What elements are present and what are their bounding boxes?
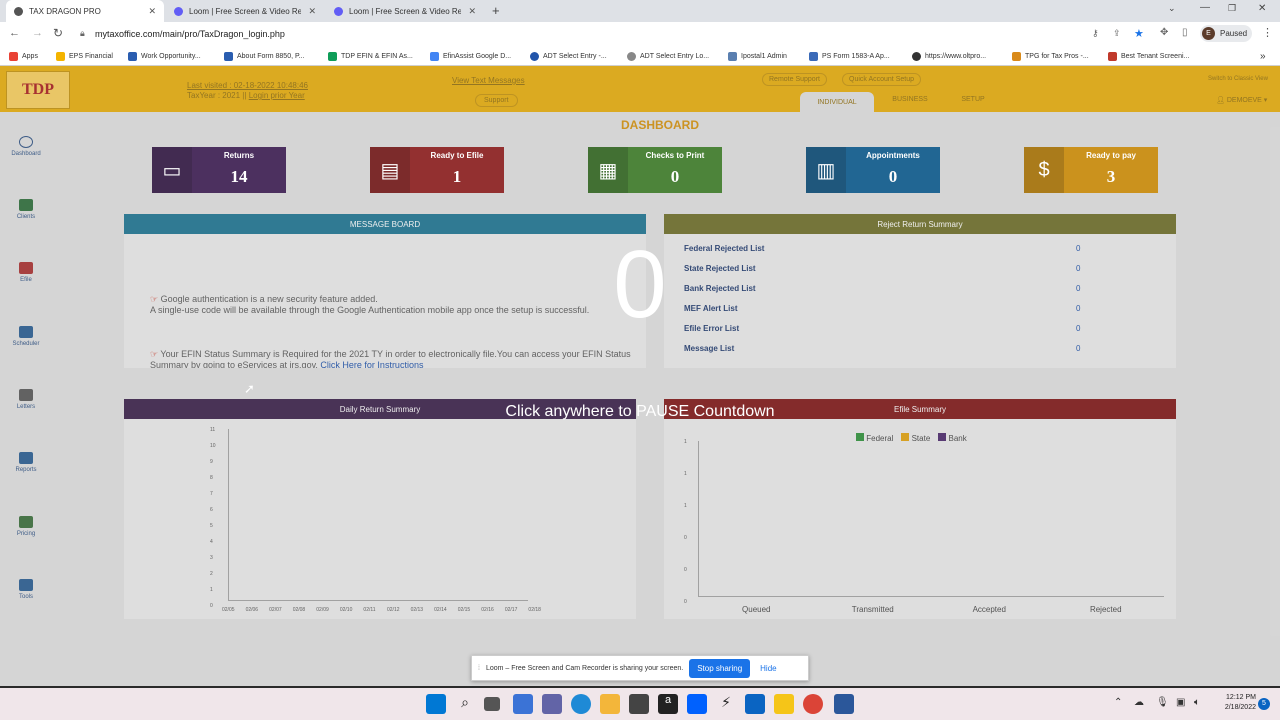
bookmark-item[interactable]: TDP EFIN & EFIN As...	[328, 46, 413, 66]
start-icon[interactable]	[426, 694, 446, 714]
tab-title: Loom | Free Screen & Video Rec	[189, 6, 301, 16]
bookmark-item[interactable]: EPS Financial	[56, 46, 113, 66]
bookmark-apps[interactable]: Apps	[9, 46, 38, 66]
close-icon[interactable]: ✕	[148, 6, 156, 17]
mail-icon[interactable]	[745, 694, 765, 714]
bookmark-favicon-icon	[728, 51, 737, 61]
browser-tab-bar: TAX DRAGON PRO ✕ Loom | Free Screen & Vi…	[0, 0, 1280, 22]
tab-loom-2[interactable]: Loom | Free Screen & Video Rec ✕	[326, 0, 484, 22]
microphone-icon[interactable]: 🎙︎	[1156, 697, 1169, 708]
tab-loom-1[interactable]: Loom | Free Screen & Video Rec ✕	[166, 0, 324, 22]
bookmark-favicon-icon	[530, 51, 539, 61]
bookmark-item[interactable]: Ipostal1 Admin	[728, 46, 787, 66]
sticky-notes-icon[interactable]	[774, 694, 794, 714]
extensions-icon[interactable]: ✥	[1160, 27, 1168, 38]
lock-icon[interactable]: 🔒︎	[80, 28, 85, 39]
pause-countdown-text[interactable]: Click anywhere to PAUSE Countdown	[440, 403, 840, 421]
bookmark-item[interactable]: https://www.oltpro...	[912, 46, 986, 66]
network-icon[interactable]: ▣	[1176, 697, 1185, 708]
bookmark-item[interactable]: ADT Select Entry -...	[530, 46, 607, 66]
screen-sharing-bar: ⁞ Loom – Free Screen and Cam Recorder is…	[471, 655, 809, 681]
side-panel-icon[interactable]: ▯	[1182, 27, 1188, 38]
loom-icon	[174, 6, 183, 16]
bookmark-item[interactable]: ADT Select Entry Lo...	[627, 46, 709, 66]
clock[interactable]: 12:12 PM 2/18/2022	[1212, 693, 1256, 713]
back-icon[interactable]: ←	[9, 27, 20, 39]
search-icon[interactable]: ⌕	[455, 694, 475, 714]
task-view-icon[interactable]	[484, 697, 500, 711]
close-icon[interactable]: ✕	[468, 6, 476, 17]
bookmark-favicon-icon	[56, 51, 65, 61]
bookmark-item[interactable]: EfinAssist Google D...	[430, 46, 511, 66]
bookmark-favicon-icon	[128, 51, 137, 61]
tab-title: TAX DRAGON PRO	[29, 6, 101, 16]
tray-chevron-icon[interactable]: ⌃	[1114, 697, 1122, 708]
countdown-overlay[interactable]	[0, 66, 1280, 686]
chrome-icon[interactable]	[803, 694, 823, 714]
bookmarks-more-icon[interactable]: »	[1260, 46, 1266, 66]
tab-favicon-icon	[14, 6, 23, 16]
tab-title: Loom | Free Screen & Video Rec	[349, 6, 461, 16]
tab-search-icon[interactable]: ⌄	[1168, 3, 1176, 14]
file-explorer-icon[interactable]	[600, 694, 620, 714]
countdown-number: 0	[613, 231, 667, 338]
menu-icon[interactable]: ⋮	[1262, 26, 1273, 39]
bookmark-favicon-icon	[1108, 51, 1117, 61]
globe-icon	[912, 51, 921, 61]
tab-tax-dragon[interactable]: TAX DRAGON PRO ✕	[6, 0, 164, 22]
loom-icon	[334, 6, 343, 16]
bookmark-favicon-icon	[224, 51, 233, 61]
bookmark-favicon-icon	[627, 51, 636, 61]
volume-icon[interactable]: 🔈︎	[1194, 697, 1200, 708]
forward-icon[interactable]: →	[32, 27, 43, 39]
mouse-cursor-icon: ➚	[244, 381, 255, 396]
profile-status: Paused	[1220, 29, 1248, 38]
bookmark-item[interactable]: Best Tenant Screeni...	[1108, 46, 1189, 66]
onedrive-icon[interactable]: ☁︎	[1134, 697, 1144, 708]
apps-grid-icon	[9, 51, 18, 61]
window-close-icon[interactable]: ✕	[1258, 3, 1266, 14]
url-field[interactable]: mytaxoffice.com/main/pro/TaxDragon_login…	[95, 29, 285, 39]
bookmark-item[interactable]: TPG for Tax Pros -...	[1012, 46, 1089, 66]
teams-icon[interactable]	[542, 694, 562, 714]
store-icon[interactable]	[629, 694, 649, 714]
bookmark-favicon-icon	[328, 51, 337, 61]
power-automate-icon[interactable]: ⚡︎	[716, 694, 736, 714]
close-icon[interactable]: ✕	[308, 6, 316, 17]
dropbox-icon[interactable]	[687, 694, 707, 714]
profile-button[interactable]: E Paused	[1200, 25, 1252, 42]
minimize-icon[interactable]: —	[1200, 2, 1210, 13]
taskbar: ⌕ a ⚡︎ ⌃ ☁︎ 🎙︎ ▣ 🔈︎ 12:12 PM 2/18/2022 5	[0, 688, 1280, 720]
widgets-icon[interactable]	[513, 694, 533, 714]
drag-handle-icon[interactable]: ⁞	[478, 665, 480, 672]
word-icon[interactable]	[834, 694, 854, 714]
reload-icon[interactable]: ↻	[53, 26, 63, 40]
bookmark-item[interactable]: About Form 8850, P...	[224, 46, 305, 66]
address-toolbar: ← → ↻ 🔒︎ mytaxoffice.com/main/pro/TaxDra…	[0, 22, 1280, 46]
avatar: E	[1202, 27, 1215, 40]
new-tab-icon[interactable]: +	[492, 3, 500, 18]
sharing-message: Loom – Free Screen and Cam Recorder is s…	[485, 664, 684, 672]
edge-icon[interactable]	[571, 694, 591, 714]
bookmark-favicon-icon	[809, 51, 818, 61]
bookmark-favicon-icon	[1012, 51, 1021, 61]
amazon-icon[interactable]: a	[658, 694, 678, 714]
bookmark-star-icon[interactable]: ★	[1134, 27, 1144, 40]
notification-badge[interactable]: 5	[1258, 698, 1270, 710]
hide-button[interactable]: Hide	[760, 664, 776, 673]
drive-icon	[430, 51, 439, 61]
restore-icon[interactable]: ❐	[1228, 3, 1236, 14]
key-icon[interactable]: ⚷	[1092, 28, 1099, 39]
bookmark-item[interactable]: PS Form 1583-A Ap...	[809, 46, 890, 66]
bookmarks-bar: Apps EPS Financial Work Opportunity... A…	[0, 46, 1280, 66]
stop-sharing-button[interactable]: Stop sharing	[689, 658, 751, 678]
bookmark-item[interactable]: Work Opportunity...	[128, 46, 201, 66]
share-icon[interactable]: ⇪	[1113, 28, 1121, 39]
